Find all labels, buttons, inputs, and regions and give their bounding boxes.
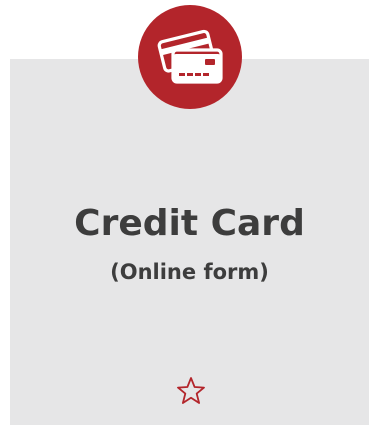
credit-card-badge [138, 5, 242, 109]
card-title: Credit Card [74, 203, 305, 244]
credit-cards-icon [157, 29, 223, 84]
card-subtitle: (Online form) [110, 260, 269, 284]
star-outline-icon[interactable] [176, 376, 206, 406]
